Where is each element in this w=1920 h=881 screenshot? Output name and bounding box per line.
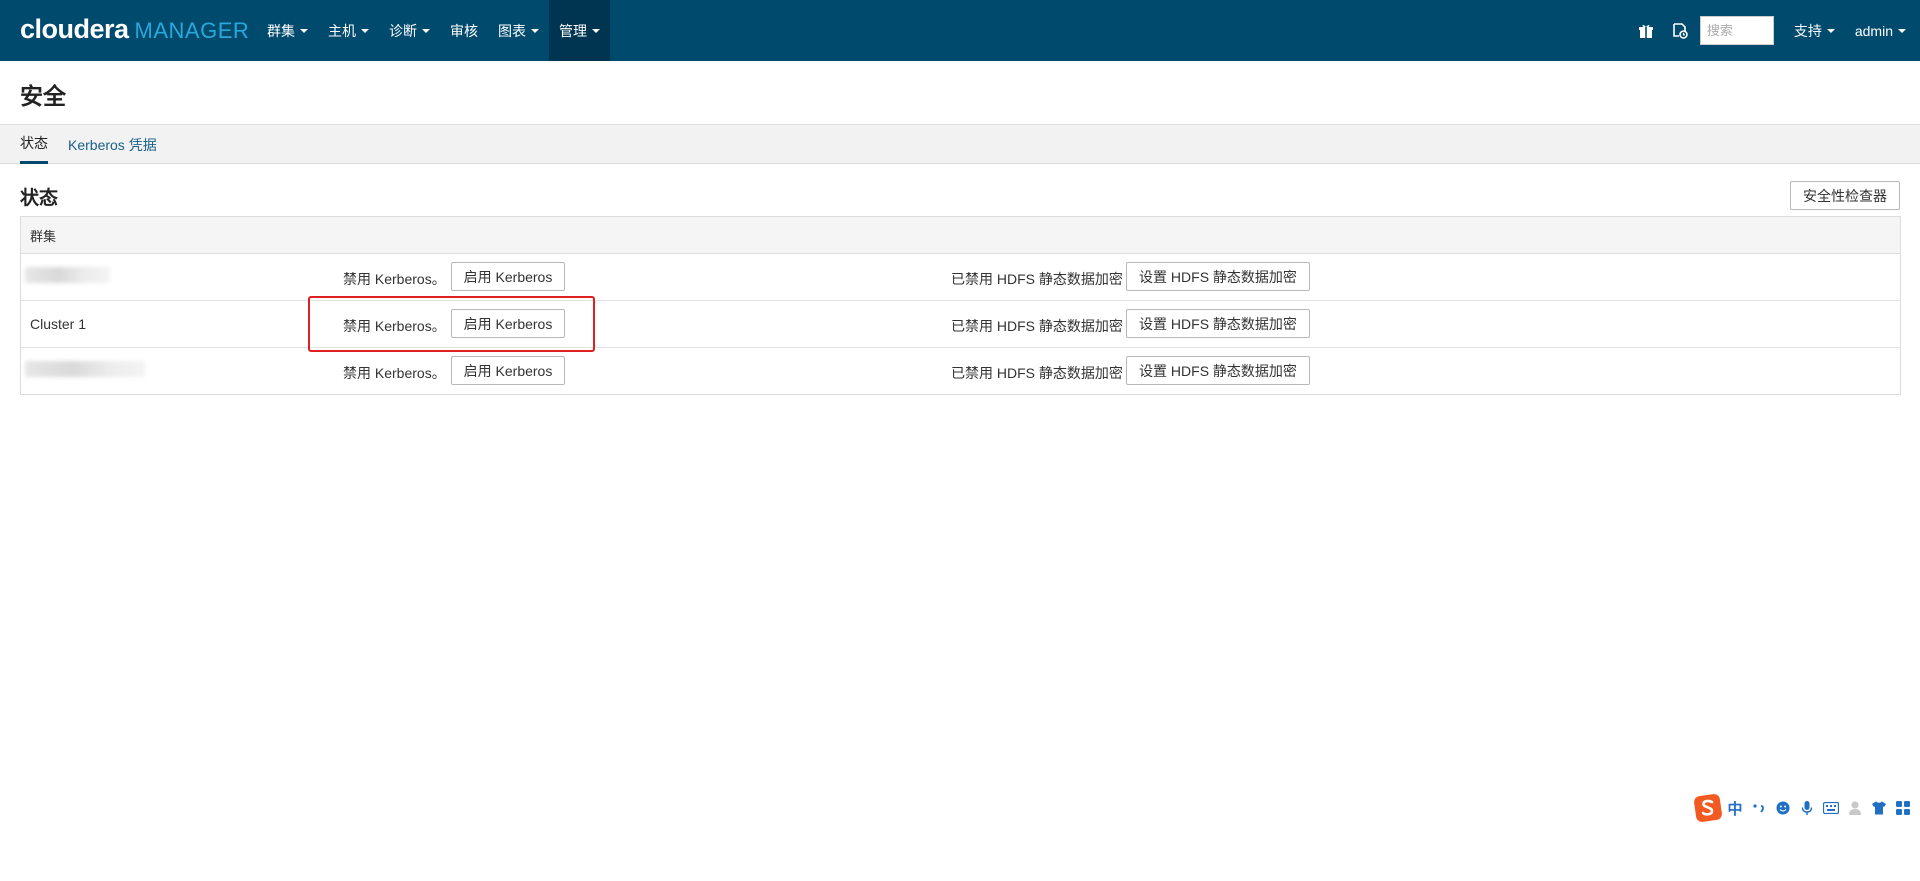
column-header-cluster: 群集 — [30, 228, 57, 244]
section-title: 状态 — [20, 188, 59, 209]
nav-item-audits[interactable]: 审核 — [440, 0, 488, 61]
tab-label: Kerberos 凭据 — [68, 136, 157, 153]
nav-item-label: 图表 — [498, 22, 526, 39]
setup-hdfs-encryption-button[interactable]: 设置 HDFS 静态数据加密 — [1126, 356, 1310, 385]
table-header: 群集 — [21, 217, 1900, 254]
security-inspector-button[interactable]: 安全性检查器 — [1790, 181, 1900, 210]
brand-product: MANAGER — [134, 18, 250, 43]
ime-toolbar: 中 — [1693, 792, 1915, 824]
brand-name: cloudera — [20, 14, 129, 44]
caret-down-icon — [300, 28, 308, 33]
caret-down-icon — [1898, 28, 1906, 33]
kerberos-status: 禁用 Kerberos。 — [343, 318, 446, 334]
keyboard-icon[interactable] — [1819, 795, 1843, 821]
skin-shirt-icon[interactable] — [1867, 795, 1891, 821]
microphone-icon[interactable] — [1795, 795, 1819, 821]
hdfs-encryption-status: 已禁用 HDFS 静态数据加密 — [951, 365, 1123, 381]
hdfs-encryption-status: 已禁用 HDFS 静态数据加密 — [951, 318, 1123, 334]
page-title: 安全 — [20, 83, 66, 109]
toolbox-grid-icon[interactable] — [1891, 795, 1915, 821]
nav-item-label: 管理 — [559, 22, 587, 39]
search-input[interactable] — [1699, 16, 1774, 45]
running-commands-icon[interactable] — [1663, 0, 1697, 61]
enable-kerberos-button[interactable]: 启用 Kerberos — [451, 356, 565, 385]
setup-hdfs-encryption-button[interactable]: 设置 HDFS 静态数据加密 — [1126, 262, 1310, 291]
nav-item-label: 审核 — [450, 22, 478, 39]
redacted-cluster-name — [25, 361, 145, 377]
cluster-name[interactable]: Cluster 1 — [30, 316, 86, 332]
kerberos-status: 禁用 Kerberos。 — [343, 365, 446, 381]
tab-status[interactable]: 状态 — [20, 125, 48, 164]
kerberos-status: 禁用 Kerberos。 — [343, 271, 446, 287]
nav-item-label: 群集 — [267, 22, 295, 39]
caret-down-icon — [361, 28, 369, 33]
nav-item-label: 主机 — [328, 22, 356, 39]
table-row: 禁用 Kerberos。 启用 Kerberos 已禁用 HDFS 静态数据加密… — [21, 254, 1900, 301]
top-navbar: cloudera MANAGER 群集 主机 诊断 审核 图表 管理 支 — [0, 0, 1920, 61]
brand-logo[interactable]: cloudera MANAGER — [20, 14, 249, 45]
nav-item-clusters[interactable]: 群集 — [257, 0, 318, 61]
tab-strip: 状态 Kerberos 凭据 — [0, 124, 1920, 164]
nav-right: 支持 admin — [1629, 0, 1920, 61]
user-label: admin — [1854, 22, 1893, 39]
hdfs-encryption-status: 已禁用 HDFS 静态数据加密 — [951, 271, 1123, 287]
user-menu[interactable]: admin — [1845, 0, 1920, 61]
user-account-icon[interactable] — [1843, 795, 1867, 821]
redacted-cluster-name — [25, 267, 110, 283]
nav-item-hosts[interactable]: 主机 — [318, 0, 379, 61]
table-row: 禁用 Kerberos。 启用 Kerberos 已禁用 HDFS 静态数据加密… — [21, 348, 1900, 394]
emoji-icon[interactable] — [1771, 795, 1795, 821]
punctuation-icon[interactable] — [1747, 795, 1771, 821]
ime-mode-toggle[interactable]: 中 — [1723, 795, 1747, 821]
caret-down-icon — [1826, 28, 1835, 33]
support-menu[interactable]: 支持 — [1784, 0, 1845, 61]
parcel-gift-icon[interactable] — [1629, 0, 1663, 61]
sogou-logo-icon[interactable] — [1693, 793, 1723, 823]
nav-item-diagnostics[interactable]: 诊断 — [379, 0, 440, 61]
caret-down-icon — [531, 28, 539, 33]
main-nav: 群集 主机 诊断 审核 图表 管理 — [257, 0, 610, 61]
enable-kerberos-button[interactable]: 启用 Kerberos — [451, 309, 565, 338]
support-label: 支持 — [1793, 22, 1822, 39]
table-row: Cluster 1 禁用 Kerberos。 启用 Kerberos 已禁用 H… — [21, 301, 1900, 348]
caret-down-icon — [592, 28, 600, 33]
nav-item-label: 诊断 — [389, 22, 417, 39]
caret-down-icon — [422, 28, 430, 33]
cluster-security-table: 群集 禁用 Kerberos。 启用 Kerberos 已禁用 HDFS 静态数… — [20, 216, 1901, 395]
tab-kerberos-credentials[interactable]: Kerberos 凭据 — [68, 125, 157, 164]
setup-hdfs-encryption-button[interactable]: 设置 HDFS 静态数据加密 — [1126, 309, 1310, 338]
tab-label: 状态 — [20, 135, 48, 151]
nav-item-administration[interactable]: 管理 — [549, 0, 610, 61]
enable-kerberos-button[interactable]: 启用 Kerberos — [451, 262, 565, 291]
nav-item-charts[interactable]: 图表 — [488, 0, 549, 61]
